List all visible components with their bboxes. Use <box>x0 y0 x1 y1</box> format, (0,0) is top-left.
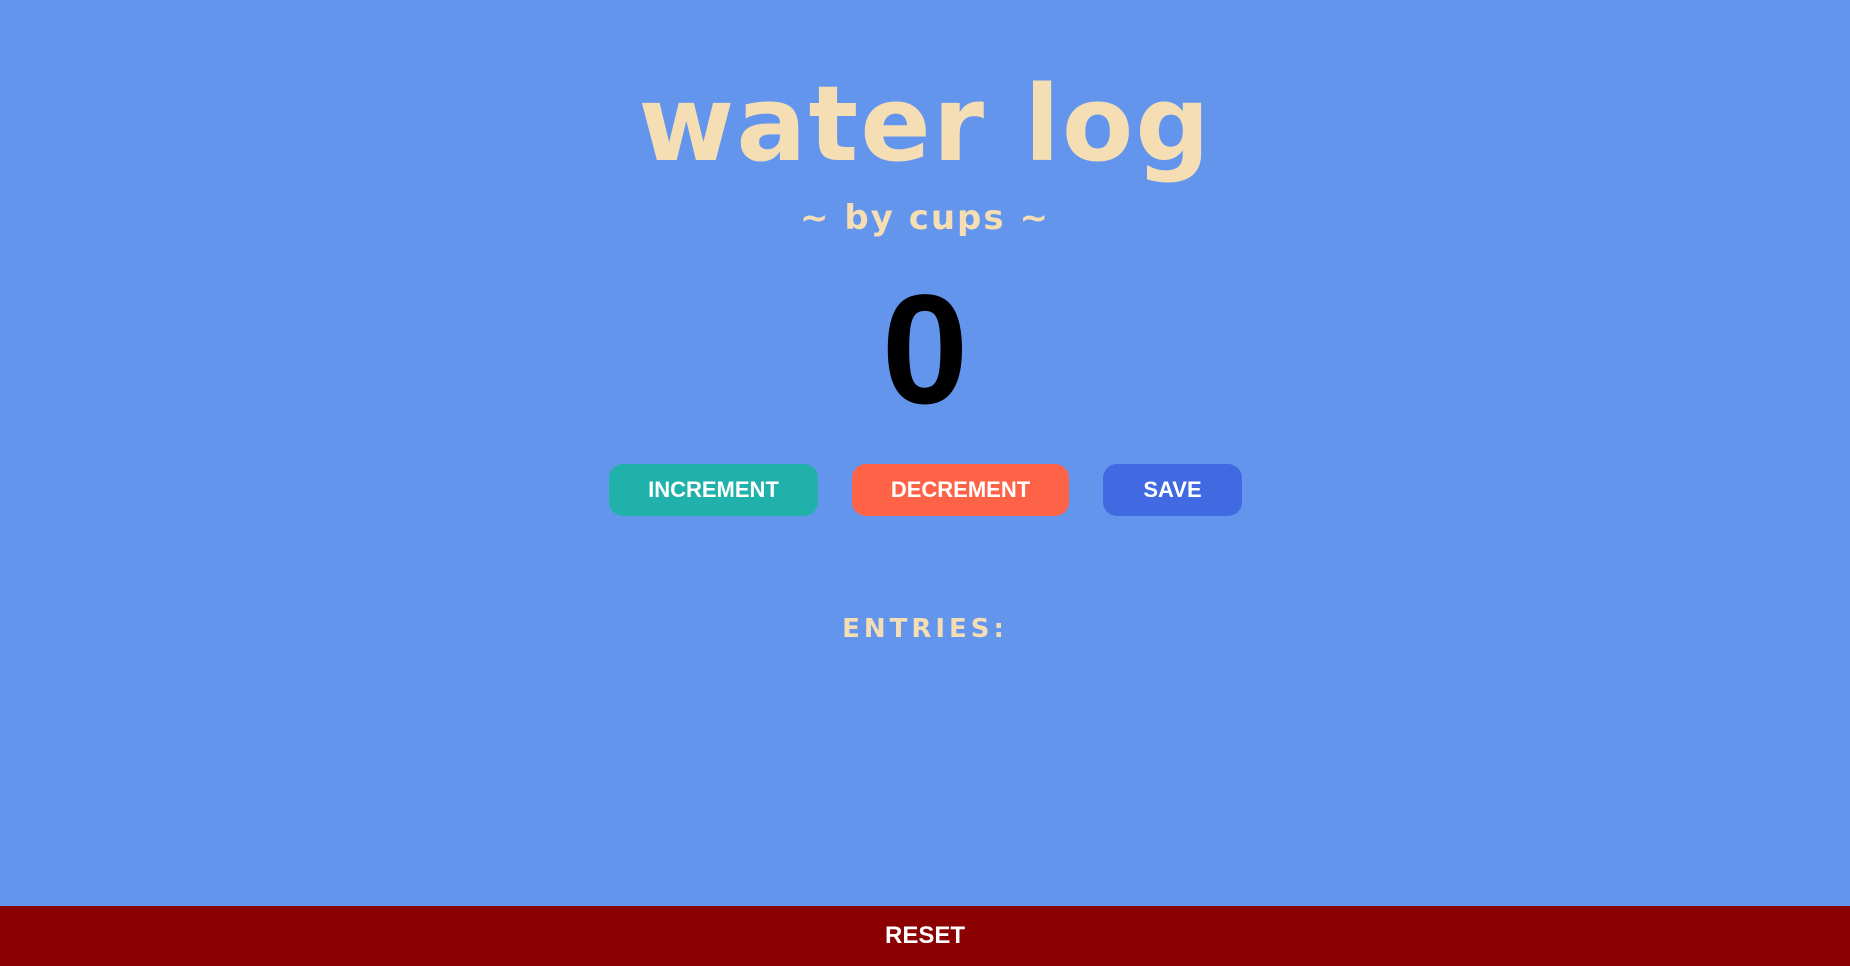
entries-heading: ENTRIES: <box>842 614 1008 644</box>
app-subtitle: ~ by cups ~ <box>800 198 1050 238</box>
app-title: water log <box>638 63 1212 185</box>
cup-counter: 0 <box>881 263 969 437</box>
control-buttons: INCREMENT DECREMENT SAVE <box>0 464 1850 516</box>
reset-button[interactable]: RESET <box>0 906 1850 966</box>
save-button[interactable]: SAVE <box>1103 464 1242 516</box>
increment-button[interactable]: INCREMENT <box>609 464 818 516</box>
decrement-button[interactable]: DECREMENT <box>852 464 1069 516</box>
app-container: water log ~ by cups ~ 0 INCREMENT DECREM… <box>0 0 1850 906</box>
